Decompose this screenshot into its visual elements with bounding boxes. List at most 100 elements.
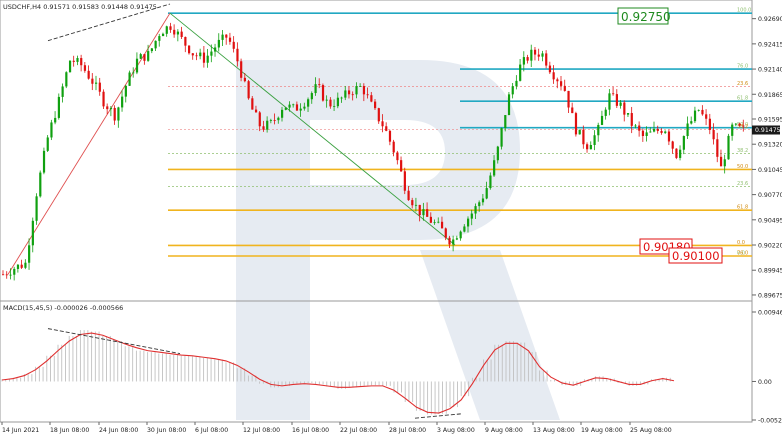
- candle-body: [347, 90, 351, 95]
- candle-body: [139, 54, 142, 59]
- candle-body: [723, 159, 726, 167]
- candle-body: [701, 109, 704, 115]
- candle-body: [9, 274, 12, 276]
- candle-body: [370, 95, 373, 102]
- candle-body: [690, 121, 693, 124]
- candle-body: [604, 109, 607, 116]
- fib-retrace-level-label: 100.0: [737, 8, 751, 14]
- candle-body: [489, 175, 492, 189]
- x-tick-label: 25 Aug 08:00: [630, 427, 672, 434]
- candle-body: [560, 81, 563, 86]
- candle-body: [485, 188, 488, 199]
- price-axis: 0.92690 0.92415 0.92140 0.91865 0.91595 0.913…: [752, 16, 782, 299]
- candle-body: [57, 96, 60, 118]
- x-tick-label: 22 Jul 08:00: [340, 427, 377, 434]
- candle-body: [362, 86, 366, 95]
- candle-body: [708, 118, 711, 130]
- time-axis: 14 Jun 2021 18 Jun 08:00 24 Jun 08:00 30 Ju…: [1, 422, 672, 434]
- candle-body: [135, 58, 139, 73]
- candle-body: [734, 123, 738, 125]
- candle-body: [374, 101, 377, 109]
- y-tick-label: 0.92140: [758, 67, 782, 74]
- candle-body: [16, 264, 20, 269]
- candle-body: [496, 146, 499, 161]
- candle-body: [597, 124, 600, 136]
- candle-body: [593, 135, 596, 145]
- candle-body: [273, 120, 276, 121]
- candle-body: [240, 61, 243, 78]
- candle-body: [195, 55, 198, 57]
- fib-extension-level-label: 23.6: [737, 81, 748, 87]
- candle-body: [619, 102, 622, 106]
- candle-body: [228, 37, 232, 42]
- candle-body: [470, 213, 473, 219]
- candle-body: [269, 120, 273, 121]
- price-label-top: 0.92750: [617, 7, 671, 25]
- candle-body: [418, 204, 421, 216]
- candle-body: [537, 54, 540, 57]
- y-tick-label: 0.92415: [758, 41, 782, 48]
- macd-divergence-line-bottom: [414, 413, 463, 419]
- candle-body: [474, 206, 477, 214]
- candle-body: [548, 65, 552, 73]
- current-price-marker: 0.91475: [752, 125, 781, 135]
- candle-body: [664, 131, 667, 133]
- candle-body: [377, 108, 380, 122]
- x-tick-label: 14 Jun 2021: [2, 427, 39, 434]
- candle-body: [336, 97, 339, 107]
- current-price-label: 0.91475: [755, 127, 781, 134]
- candle-body: [46, 137, 49, 151]
- macd-y-tick-label: 0.009465: [758, 310, 782, 317]
- candle-body: [42, 150, 46, 173]
- candle-body: [467, 218, 470, 227]
- candle-body: [679, 149, 682, 158]
- price-label-top-text: 0.92750: [621, 10, 671, 24]
- candle-body: [608, 93, 611, 110]
- candle-body: [310, 93, 313, 100]
- candle-body: [481, 198, 485, 203]
- candle-body: [180, 31, 183, 38]
- candle-body: [634, 125, 637, 127]
- candle-body: [147, 51, 150, 61]
- x-tick-label: 3 Aug 08:00: [437, 427, 475, 434]
- candle-body: [284, 107, 287, 110]
- candle-body: [504, 115, 507, 129]
- candle-body: [716, 139, 719, 157]
- candle-body: [5, 274, 8, 276]
- candle-body: [493, 160, 496, 176]
- candle-body: [2, 274, 5, 276]
- candle-body: [329, 99, 332, 107]
- candle-body: [76, 58, 79, 62]
- candle-body: [455, 238, 459, 240]
- candle-body: [552, 72, 555, 80]
- candle-body: [295, 104, 299, 111]
- candle-body: [132, 72, 135, 74]
- candle-body: [117, 107, 120, 121]
- candle-body: [314, 84, 317, 94]
- candle-body: [571, 107, 574, 114]
- fib-extension-level-label: 61.8: [737, 205, 748, 211]
- candle-body: [39, 172, 42, 197]
- candle-body: [351, 94, 354, 96]
- candle-body: [738, 123, 741, 126]
- candle-body: [686, 123, 689, 137]
- candle-body: [165, 26, 168, 34]
- watermark-logo: [236, 60, 560, 420]
- fib-retrace-level-label: 61.8: [737, 96, 748, 102]
- candle-body: [95, 82, 98, 84]
- candle-body: [154, 40, 157, 49]
- candle-body: [411, 200, 414, 206]
- y-tick-label: 0.92690: [758, 16, 782, 23]
- candle-body: [448, 237, 451, 245]
- candle-body: [254, 109, 258, 113]
- fib-retrace-level-label: 23.6: [737, 181, 748, 187]
- candle-body: [429, 216, 432, 223]
- x-tick-label: 19 Aug 08:00: [581, 427, 623, 434]
- candle-body: [719, 156, 723, 167]
- candle-body: [83, 65, 87, 71]
- macd-pane-frame: [0, 300, 753, 423]
- candle-body: [649, 131, 652, 133]
- candle-body: [675, 148, 678, 158]
- candle-body: [507, 94, 511, 116]
- candle-body: [258, 112, 261, 127]
